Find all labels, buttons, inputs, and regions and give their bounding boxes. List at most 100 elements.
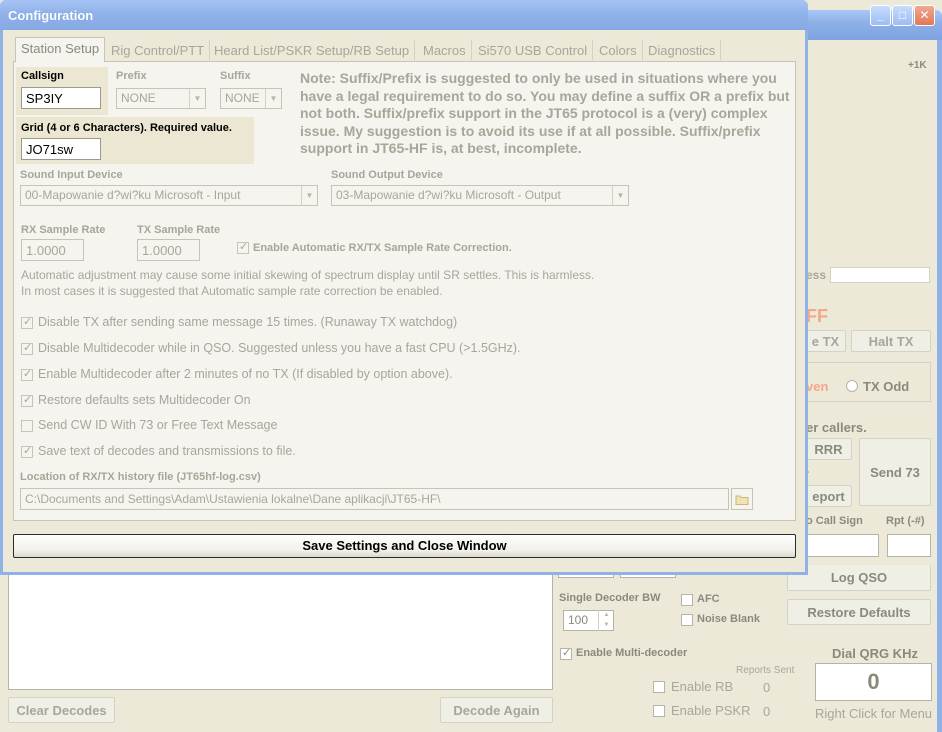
suffix-label: Suffix (220, 70, 251, 82)
rx-sample-rate-label: RX Sample Rate (21, 224, 106, 236)
rb-count: 0 (763, 680, 771, 695)
to-call-sign-input[interactable] (806, 534, 879, 557)
chevron-down-icon: ▼ (612, 186, 628, 205)
rpt-input[interactable] (887, 534, 931, 557)
grid-label: Grid (4 or 6 Characters). Required value… (21, 122, 232, 134)
report-button[interactable]: eport (806, 485, 852, 507)
log-location-label: Location of RX/TX history file (JT65hf-l… (20, 471, 261, 483)
option-label-save-text: Save text of decodes and transmissions t… (38, 444, 296, 458)
dialog-title: Configuration (8, 8, 94, 23)
clear-decodes-button[interactable]: Clear Decodes (8, 697, 115, 723)
sound-input-value: 00-Mapowanie d?wi?ku Microsoft - Input (25, 188, 241, 202)
chevron-down-icon: ▼ (189, 89, 205, 108)
option-label-cw-id: Send CW ID With 73 or Free Text Message (38, 418, 278, 432)
sound-output-select[interactable]: 03-Mapowanie d?wi?ku Microsoft - Output … (331, 185, 629, 206)
option-checkbox-watchdog[interactable] (21, 315, 33, 329)
dialog-titlebar[interactable] (0, 0, 808, 30)
right-click-hint: Right Click for Menu (815, 706, 933, 721)
spinner-arrows-icon[interactable]: ▲ ▼ (598, 610, 614, 631)
prefix-select[interactable]: NONE ▼ (116, 88, 206, 109)
pskr-count: 0 (763, 704, 771, 719)
ess-fragment: ess (806, 268, 827, 282)
option-checkbox-enable-multidecoder[interactable] (21, 367, 33, 381)
auto-correction-label: Enable Automatic RX/TX Sample Rate Corre… (253, 242, 512, 254)
close-button[interactable]: ✕ (914, 5, 935, 26)
partial-input-1[interactable] (558, 575, 614, 578)
tab-station-setup[interactable]: Station Setup (15, 37, 106, 62)
rpt-label: Rpt (-#) (886, 515, 925, 527)
single-decoder-bw-label: Single Decoder BW (559, 592, 661, 604)
noise-blank-label: Noise Blank (697, 613, 760, 625)
halt-tx-button[interactable]: Halt TX (851, 330, 931, 352)
main-frame-right (937, 40, 942, 732)
option-label-watchdog: Disable TX after sending same message 15… (38, 315, 458, 329)
suffix-select[interactable]: NONE ▼ (220, 88, 282, 109)
option-checkbox-cw-id[interactable] (21, 420, 33, 432)
option-label-restore-defaults: Restore defaults sets Multidecoder On (38, 393, 251, 407)
afc-label: AFC (697, 593, 720, 605)
dial-qrg-label: Dial QRG KHz (832, 646, 918, 661)
send73-button[interactable]: Send 73 (859, 438, 931, 506)
dial-qrg-display[interactable]: 0 (815, 663, 932, 701)
restore-defaults-button[interactable]: Restore Defaults (787, 599, 931, 625)
save-settings-button[interactable]: Save Settings and Close Window (13, 534, 796, 558)
enable-pskr-label: Enable PSKR (671, 703, 751, 718)
grid-input[interactable]: JO71sw (21, 138, 101, 160)
tx-even-fragment: ven (806, 379, 829, 394)
sound-output-value: 03-Mapowanie d?wi?ku Microsoft - Output (336, 188, 561, 202)
suffix-prefix-note: Note: Suffix/Prefix is suggested to only… (300, 70, 790, 156)
to-call-sign-label: o Call Sign (806, 515, 863, 527)
enable-pskr-checkbox[interactable] (653, 705, 665, 717)
auto-adjust-text-2: In most cases it is suggested that Autom… (21, 284, 443, 298)
auto-adjust-text-1: Automatic adjustment may cause some init… (21, 268, 595, 282)
plus1k-label: +1K (908, 60, 927, 71)
auto-correction-checkbox[interactable] (237, 240, 249, 254)
minimize-button[interactable]: _ (870, 5, 891, 26)
prefix-label: Prefix (116, 70, 147, 82)
decodes-list[interactable] (8, 575, 553, 690)
tab-si570[interactable]: Si570 USB Control (473, 40, 594, 62)
rrr-button[interactable]: RRR (806, 438, 852, 460)
sound-output-label: Sound Output Device (331, 169, 443, 181)
log-qso-button[interactable]: Log QSO (787, 565, 931, 591)
option-label-enable-multidecoder: Enable Multidecoder after 2 minutes of n… (38, 367, 453, 381)
reports-sent-label: Reports Sent (736, 665, 795, 676)
chevron-down-icon: ▼ (265, 89, 281, 108)
enable-multidecoder-checkbox[interactable] (560, 646, 572, 660)
tab-diagnostics[interactable]: Diagnostics (643, 40, 722, 62)
log-location-input[interactable]: C:\Documents and Settings\Adam\Ustawieni… (20, 488, 729, 510)
tx-sample-rate-label: TX Sample Rate (137, 224, 221, 236)
sound-input-label: Sound Input Device (20, 169, 123, 181)
rx-sample-rate-input[interactable]: 1.0000 (21, 239, 84, 261)
browse-folder-button[interactable] (731, 488, 753, 510)
enable-multidecoder-label: Enable Multi-decoder (576, 647, 688, 659)
tab-rig-control[interactable]: Rig Control/PTT (106, 40, 211, 62)
afc-checkbox[interactable] (681, 594, 693, 606)
level-meter (830, 267, 930, 283)
callsign-input[interactable]: SP3IY (21, 87, 101, 109)
noise-blank-checkbox[interactable] (681, 614, 693, 626)
tab-colors[interactable]: Colors (594, 40, 643, 62)
sound-input-select[interactable]: 00-Mapowanie d?wi?ku Microsoft - Input ▼ (20, 185, 318, 206)
tx-sample-rate-input[interactable]: 1.0000 (137, 239, 200, 261)
enable-rb-label: Enable RB (671, 679, 734, 694)
suffix-value: NONE (225, 91, 260, 105)
callsign-label: Callsign (21, 70, 64, 82)
tab-macros[interactable]: Macros (418, 40, 472, 62)
enable-rb-checkbox[interactable] (653, 681, 665, 693)
option-checkbox-disable-multidecoder[interactable] (21, 341, 33, 355)
option-checkbox-save-text[interactable] (21, 444, 33, 458)
maximize-button[interactable]: □ (892, 5, 913, 26)
enable-tx-button[interactable]: e TX (806, 330, 846, 352)
tx-odd-radio[interactable] (846, 380, 858, 392)
decoder-bw-value: 100 (568, 613, 589, 627)
partial-input-2[interactable] (620, 575, 676, 578)
decode-again-button[interactable]: Decode Again (440, 697, 553, 723)
tx-off-fragment: FF (806, 306, 828, 326)
tx-odd-label: TX Odd (863, 379, 910, 394)
option-label-disable-multidecoder: Disable Multidecoder while in QSO. Sugge… (38, 341, 521, 355)
folder-icon (735, 495, 749, 505)
tab-heard-list[interactable]: Heard List/PSKR Setup/RB Setup (209, 40, 416, 62)
chevron-down-icon: ▼ (301, 186, 317, 205)
option-checkbox-restore-defaults[interactable] (21, 393, 33, 407)
